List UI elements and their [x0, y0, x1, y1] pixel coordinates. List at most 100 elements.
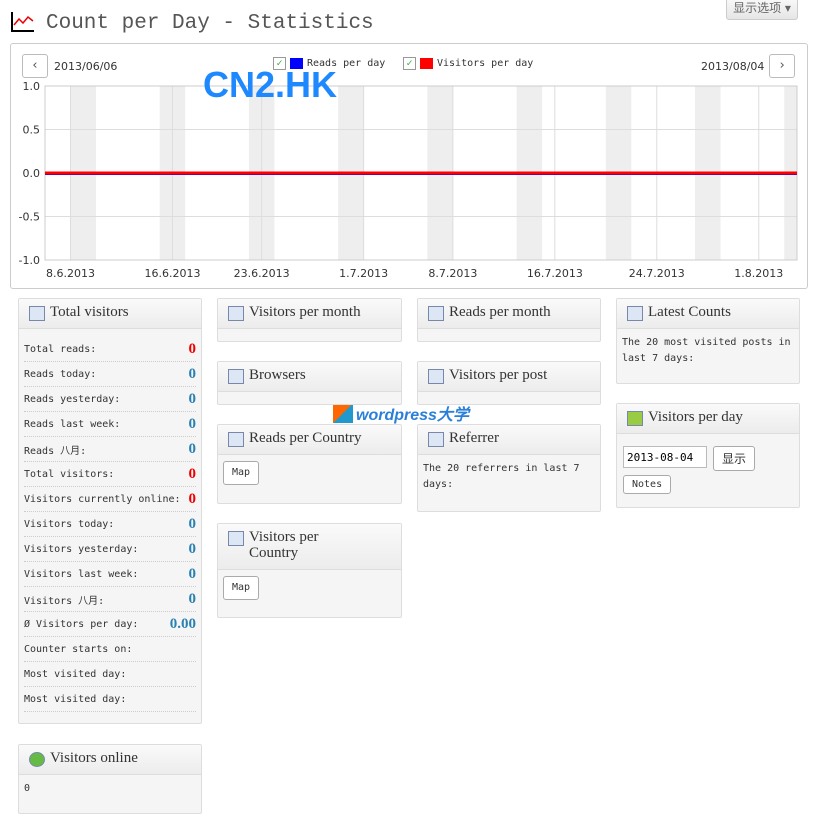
panel-visitors-per-post: Visitors per post	[417, 361, 601, 405]
stat-value: 0	[188, 415, 197, 432]
x-tick-label: 16.7.2013	[527, 267, 583, 280]
panel-title: Reads per Country	[249, 430, 362, 446]
panel-latest-counts: Latest Counts The 20 most visited posts i…	[616, 298, 800, 384]
stat-label: Most visited day:	[24, 668, 127, 680]
panel-visitors-per-country: Visitors per Country Map	[217, 523, 402, 618]
stat-label: Total visitors:	[24, 468, 115, 480]
stat-value: 0	[188, 365, 197, 382]
stat-row: Reads yesterday: 0	[24, 387, 196, 412]
panel-title: Visitors per day	[648, 409, 743, 425]
calendar-icon	[627, 306, 643, 321]
panel-title: Browsers	[249, 367, 306, 383]
x-tick-label: 23.6.2013	[234, 267, 290, 280]
panel-title: Visitors per month	[249, 304, 361, 320]
map-button[interactable]: Map	[223, 461, 260, 485]
x-tick-label: 8.6.2013	[46, 267, 95, 280]
online-count: 0	[24, 783, 31, 794]
stat-row: Reads 八月: 0	[24, 437, 196, 462]
stat-row: Most visited day:	[24, 687, 196, 712]
end-date: 2013/08/04	[701, 60, 765, 73]
stat-row: Visitors yesterday: 0	[24, 537, 196, 562]
panel-title: Visitors online	[50, 750, 138, 766]
panel-visitors-per-day: Visitors per day 显示 Notes	[616, 403, 800, 508]
user-icon	[228, 306, 244, 321]
y-tick-label: -1.0	[19, 254, 40, 267]
stat-value: 0.00	[169, 615, 196, 632]
stat-label: Visitors last week:	[24, 568, 139, 580]
panel-browsers: Browsers	[217, 361, 402, 405]
stat-row: Reads last week: 0	[24, 412, 196, 437]
stat-row: Visitors 八月: 0	[24, 587, 196, 612]
stat-label: Most visited day:	[24, 693, 127, 705]
x-tick-label: 24.7.2013	[629, 267, 685, 280]
stat-row: Visitors today: 0	[24, 512, 196, 537]
panel-title: Reads per month	[449, 304, 551, 320]
panel-title: Total visitors	[50, 304, 129, 320]
calendar-icon	[627, 411, 643, 426]
legend-visitors[interactable]: ✓ Visitors per day	[403, 57, 533, 70]
panel-reads-per-month: Reads per month	[417, 298, 601, 342]
calendar-icon	[29, 306, 45, 321]
line-chart: 1.0 0.5 0.0 -0.5 -1.0 8.6.2013 16.6.2013 23.6.2…	[19, 80, 798, 280]
stat-row: Reads today: 0	[24, 362, 196, 387]
x-tick-label: 16.6.2013	[144, 267, 200, 280]
panel-title: Visitors per Country	[249, 529, 319, 561]
x-tick-label: 1.8.2013	[734, 267, 783, 280]
stat-value: 0	[188, 565, 197, 582]
start-date: 2013/06/06	[54, 60, 118, 73]
stat-row: Ø Visitors per day: 0.00	[24, 612, 196, 637]
computer-icon	[228, 369, 244, 384]
post-icon	[428, 369, 444, 384]
panel-reads-per-country: Reads per Country Map	[217, 424, 402, 504]
document-icon	[228, 432, 244, 447]
stat-label: Reads 八月:	[24, 445, 87, 457]
notes-button[interactable]: Notes	[623, 475, 672, 494]
stat-row: Total reads: 0	[24, 337, 196, 362]
referrer-text: The 20 referrers in last 7 days:	[423, 463, 580, 490]
stat-label: Reads last week:	[24, 418, 121, 430]
referrer-icon	[428, 432, 444, 447]
chart-logo-icon	[11, 12, 34, 32]
swatch	[420, 58, 433, 69]
panel-title: Latest Counts	[648, 304, 731, 320]
stat-label: Total reads:	[24, 343, 97, 355]
legend-label: Visitors per day	[437, 58, 534, 69]
stat-value: 0	[188, 340, 197, 357]
globe-icon	[29, 752, 45, 767]
x-tick-label: 1.7.2013	[339, 267, 388, 280]
prev-button[interactable]: ‹	[22, 54, 48, 78]
stat-label: Visitors yesterday:	[24, 543, 139, 555]
stat-value: 0	[188, 540, 197, 557]
panel-title: Visitors per post	[449, 367, 548, 383]
watermark: CN2.HK	[203, 64, 338, 105]
stat-value: 0	[188, 465, 197, 482]
wordpress-logo-icon	[333, 403, 353, 423]
stat-label: Visitors today:	[24, 518, 115, 530]
stat-value: 0	[188, 590, 197, 607]
checkbox[interactable]: ✓	[403, 57, 416, 70]
stat-label: Ø Visitors per day:	[24, 618, 139, 630]
stat-value: 0	[188, 490, 197, 507]
y-tick-label: 1.0	[23, 80, 41, 93]
date-input[interactable]	[623, 446, 707, 468]
stat-row: Visitors last week: 0	[24, 562, 196, 587]
stat-label: Reads today:	[24, 368, 97, 380]
page-title: Count per Day - Statistics	[46, 12, 374, 35]
show-button[interactable]: 显示	[713, 446, 756, 471]
stat-label: Reads yesterday:	[24, 393, 121, 405]
panel-total-visitors: Total visitors Total reads: 0 Reads today:…	[18, 298, 202, 724]
panel-visitors-online: Visitors online 0	[18, 744, 202, 814]
map-button[interactable]: Map	[223, 576, 260, 600]
panel-referrer: Referrer The 20 referrers in last 7 days:	[417, 424, 601, 512]
stat-value: 0	[188, 515, 197, 532]
user-icon	[228, 531, 244, 546]
stat-row: Total visitors: 0	[24, 462, 196, 487]
panel-title: Referrer	[449, 430, 499, 446]
next-button[interactable]: ›	[769, 54, 795, 78]
x-tick-label: 8.7.2013	[428, 267, 477, 280]
stat-label: Visitors currently online:	[24, 493, 181, 505]
y-tick-label: -0.5	[19, 211, 40, 224]
stat-row: Most visited day:	[24, 662, 196, 687]
y-tick-label: 0.0	[23, 167, 41, 180]
screen-options-button[interactable]: 显示选项 ▾	[726, 0, 798, 20]
